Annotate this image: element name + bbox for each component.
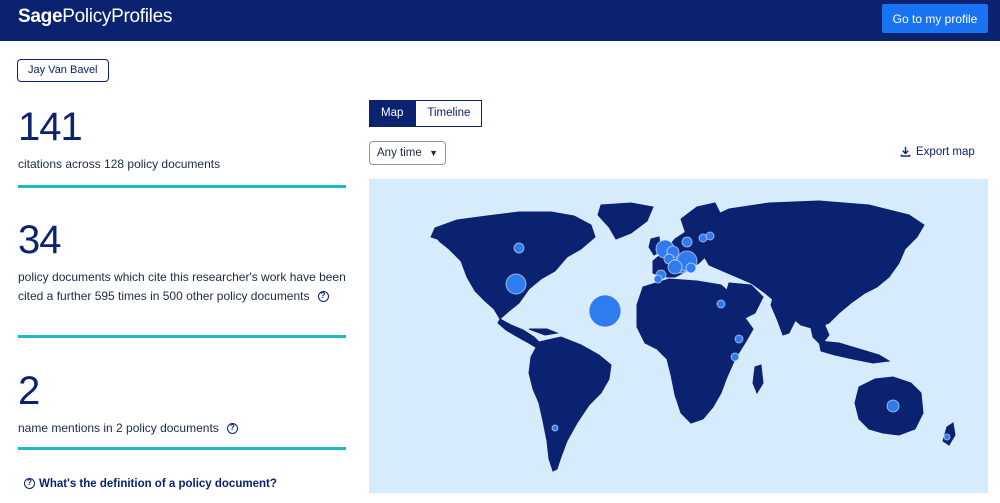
bubble-finland — [705, 231, 715, 241]
world-map-svg — [430, 200, 956, 472]
chevron-down-icon: ▼ — [429, 148, 438, 158]
stat-description: name mentions in 2 policy documents — [18, 421, 219, 435]
bubble-usa-east — [505, 273, 527, 295]
bubble-north-atlantic — [588, 294, 622, 328]
caribbean — [528, 328, 559, 336]
question-circle-icon[interactable]: ? — [226, 423, 238, 435]
stat-value: 34 — [18, 218, 62, 262]
africa — [636, 278, 754, 424]
stat-citations: 141 citations across 128 policy document… — [18, 105, 346, 188]
central-america — [497, 318, 542, 349]
north-america — [434, 211, 596, 320]
question-circle-icon[interactable]: ? — [317, 291, 329, 303]
land-masses — [430, 200, 956, 472]
top-navigation-bar: SagePolicyProfiles Go to my profile — [0, 0, 1000, 41]
madagascar — [752, 364, 764, 395]
stat-value: 2 — [18, 369, 40, 413]
view-tabs: Map Timeline — [369, 100, 483, 127]
policy-document-definition-link[interactable]: ? What's the definition of a policy docum… — [24, 478, 277, 490]
bubble-egypt — [716, 299, 726, 309]
world-citation-map[interactable] — [369, 179, 988, 493]
indonesia — [818, 340, 891, 364]
stat-description: citations across 128 policy documents — [18, 157, 221, 171]
stat-cited-documents: 34 policy documents which cite this rese… — [18, 218, 346, 338]
stat-value: 141 — [18, 105, 83, 149]
greenland — [597, 202, 654, 240]
bubble-ethiopia — [734, 334, 744, 344]
bubble-france — [667, 259, 683, 275]
divider — [18, 447, 346, 450]
tab-timeline[interactable]: Timeline — [415, 100, 483, 127]
india — [770, 290, 802, 336]
bubble-kenya — [730, 352, 740, 362]
divider — [18, 185, 346, 188]
export-map-button[interactable]: Export map — [900, 146, 975, 158]
sage-policy-profiles-logo[interactable]: SagePolicyProfiles — [18, 6, 172, 28]
bubble-australia — [886, 399, 900, 413]
stat-name-mentions: 2 name mentions in 2 policy documents? — [18, 369, 346, 450]
new-zealand — [942, 422, 956, 446]
divider — [18, 335, 346, 338]
bubble-chile — [551, 424, 559, 432]
bubble-canada — [513, 242, 525, 254]
stat-description: policy documents which cite this researc… — [18, 270, 346, 303]
time-filter-select[interactable]: Any time ▼ — [369, 141, 446, 165]
bubble-denmark — [681, 236, 693, 248]
south-america — [528, 336, 612, 472]
tab-map[interactable]: Map — [369, 100, 416, 127]
download-icon — [900, 146, 911, 157]
question-circle-icon: ? — [24, 478, 35, 490]
bubble-portugal — [653, 274, 663, 284]
go-to-my-profile-button[interactable]: Go to my profile — [882, 4, 988, 33]
researcher-name-chip[interactable]: Jay Van Bavel — [17, 59, 109, 82]
bubble-austria — [685, 262, 697, 274]
bubble-new-zealand — [943, 433, 951, 441]
